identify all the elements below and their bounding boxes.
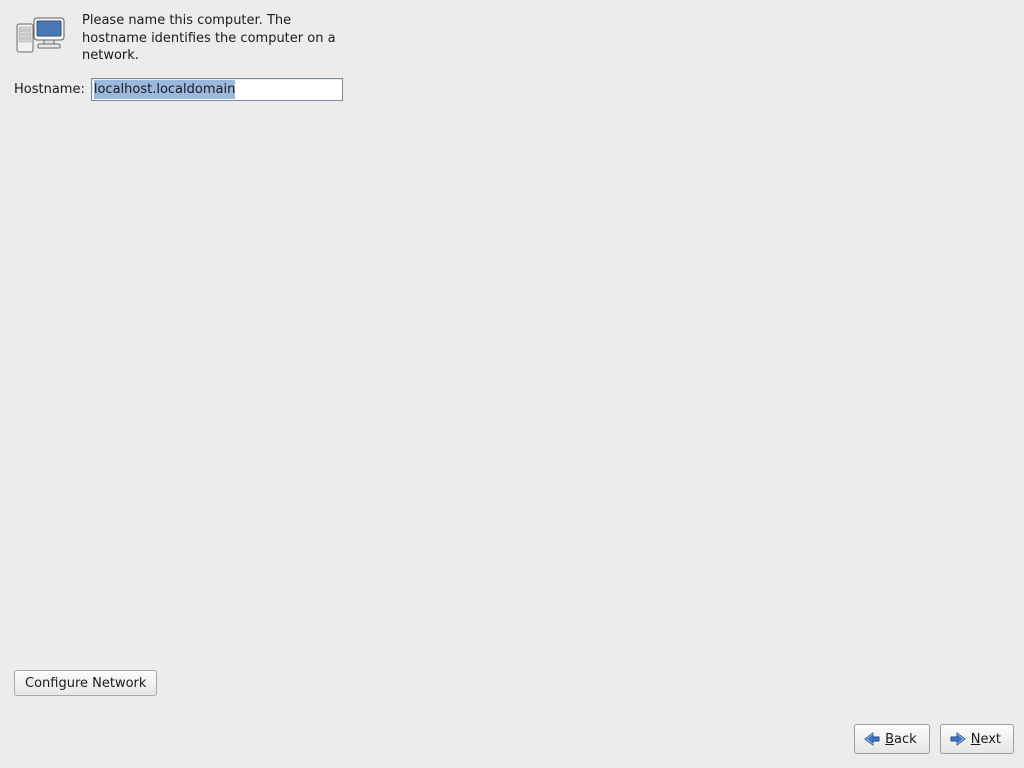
back-button[interactable]: Back xyxy=(854,724,930,754)
next-label: Next xyxy=(971,732,1001,747)
arrow-right-icon xyxy=(949,731,967,747)
arrow-left-icon xyxy=(863,731,881,747)
back-label: Back xyxy=(885,732,917,747)
hostname-value: localhost.localdomain xyxy=(94,80,235,99)
description-text: Please name this computer. The hostname … xyxy=(82,12,342,65)
network-computers-icon xyxy=(14,12,70,56)
hostname-input[interactable]: localhost.localdomain xyxy=(91,78,343,101)
configure-network-button[interactable]: Configure Network xyxy=(14,670,157,696)
hostname-label: Hostname: xyxy=(14,82,85,97)
next-button[interactable]: Next xyxy=(940,724,1014,754)
